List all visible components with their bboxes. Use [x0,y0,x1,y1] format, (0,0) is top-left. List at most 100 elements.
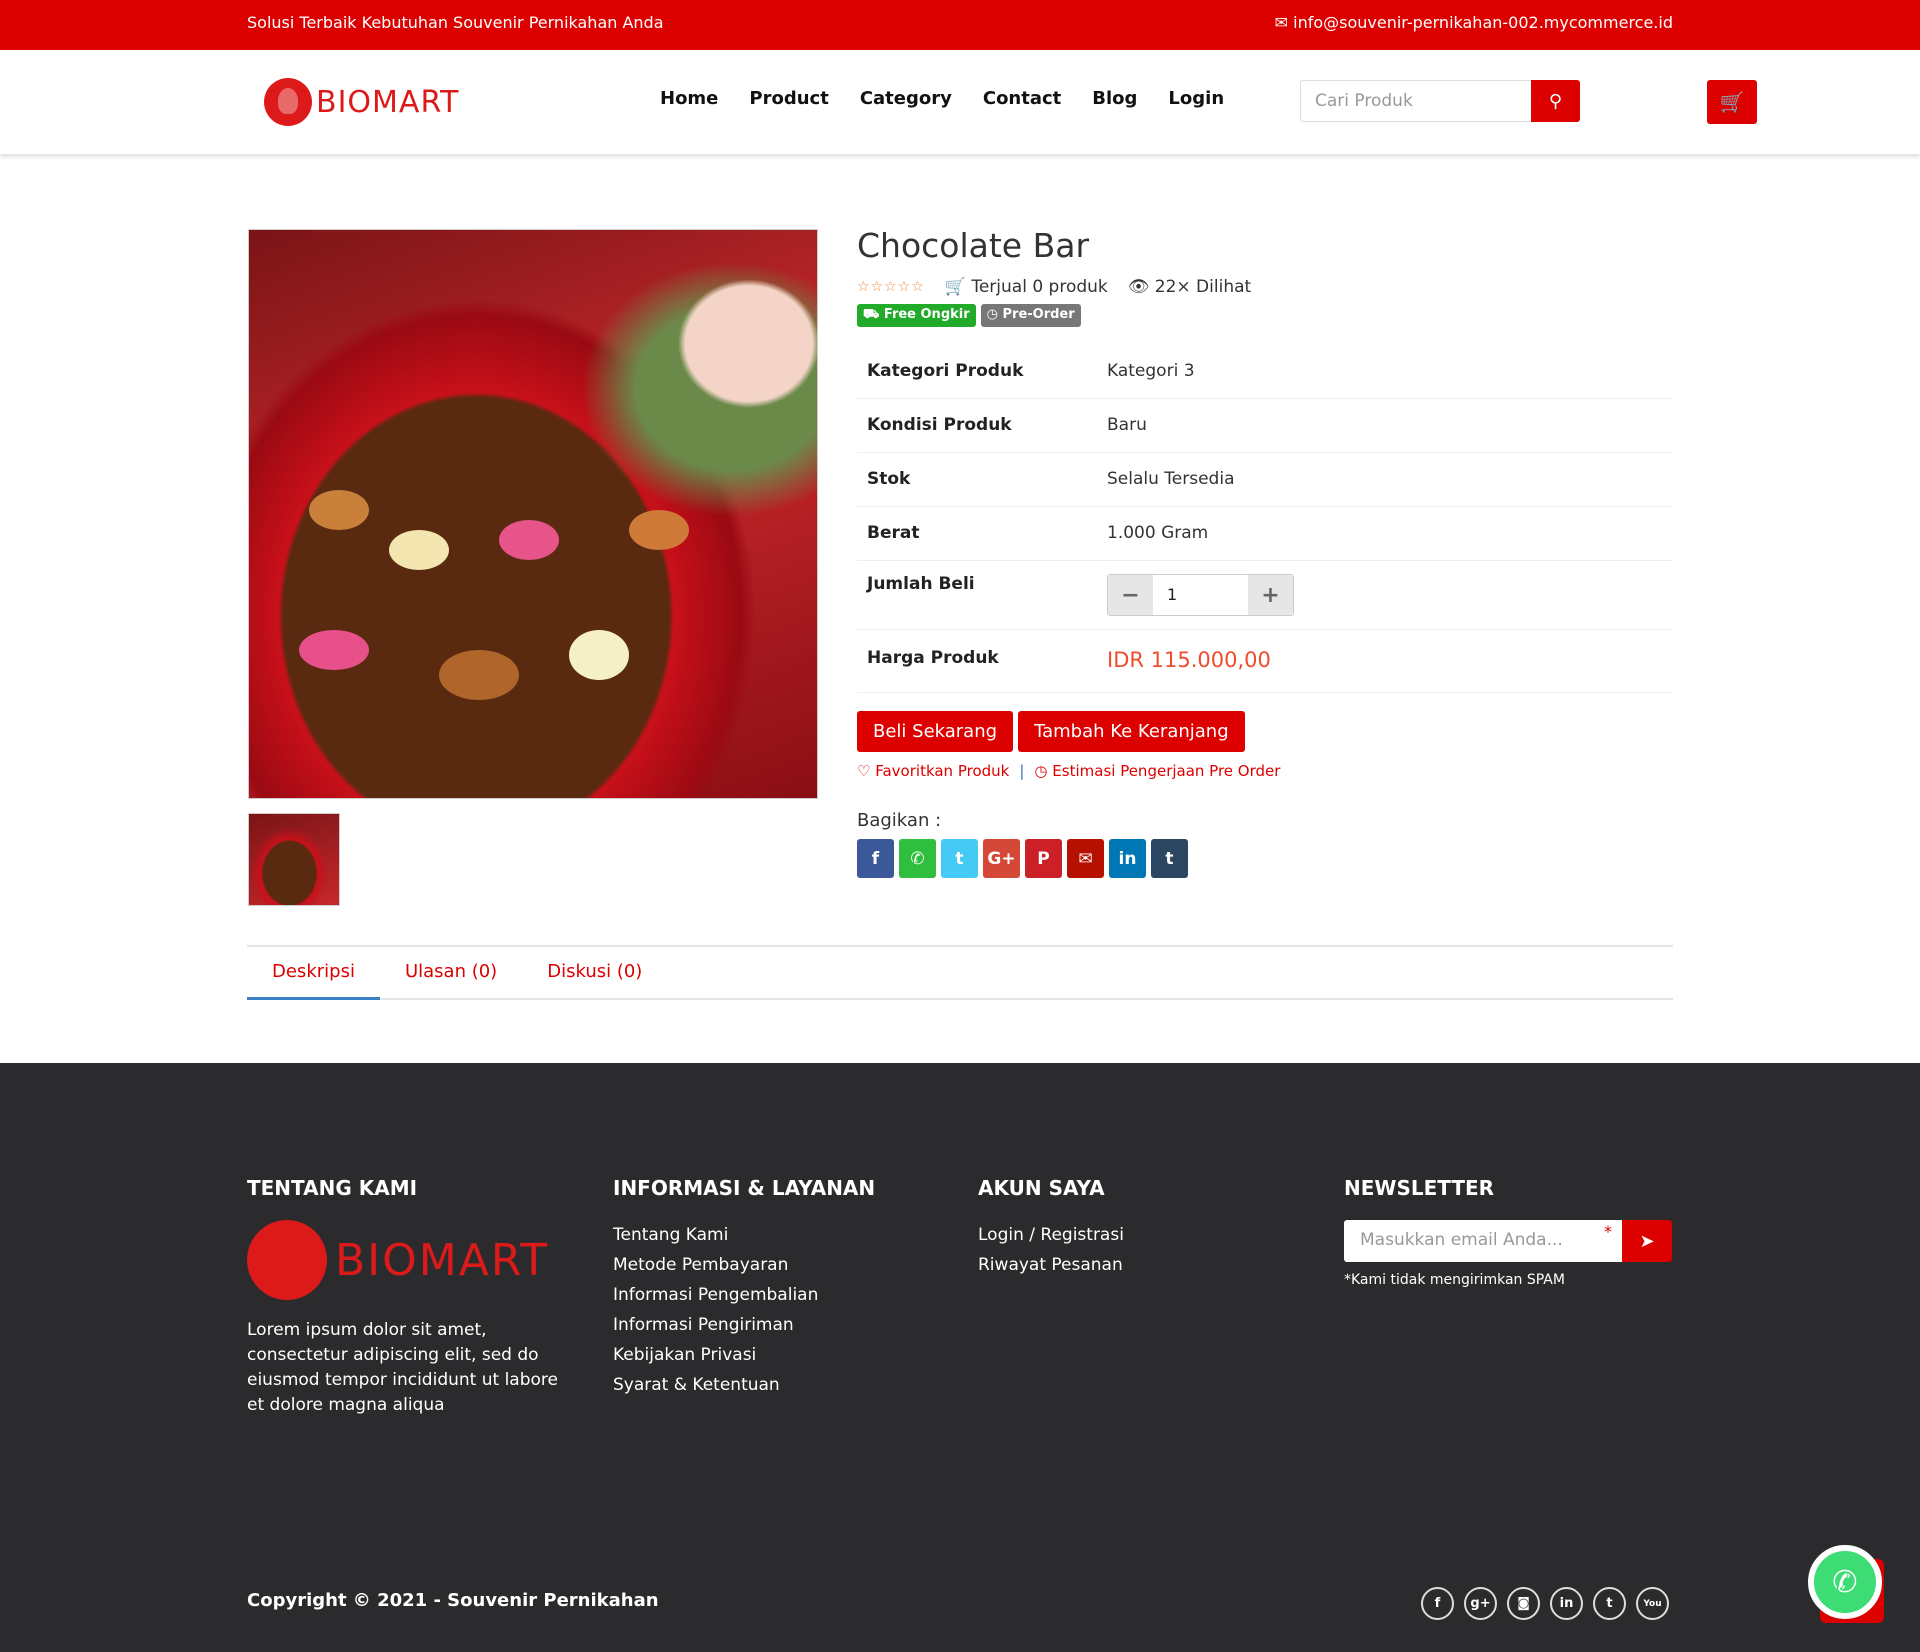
pinterest-share-icon[interactable]: P [1025,839,1062,878]
product-tabs: Deskripsi Ulasan (0) Diskusi (0) [247,945,1673,1000]
footer-account: AKUN SAYA Login / Registrasi Riwayat Pes… [978,1176,1124,1280]
view-count: 👁 22× Dilihat [1127,277,1252,297]
spec-row: Stok Selalu Tersedia [857,453,1673,507]
nav-product[interactable]: Product [749,88,828,109]
spec-row: Berat 1.000 Gram [857,507,1673,561]
search-form: Cari Produk ⚲ [1300,80,1580,122]
youtube-icon[interactable]: You [1636,1587,1669,1620]
footer-heading: TENTANG KAMI [247,1176,418,1200]
linkedin-share-icon[interactable]: in [1109,839,1146,878]
heart-icon: ♡ [857,762,871,780]
sold-count: 🛒 Terjual 0 produk [944,277,1108,297]
clock-icon: ◷ [1034,762,1048,780]
logo[interactable]: BIOMART [264,78,459,126]
quantity-stepper: − 1 + [1107,574,1294,616]
copyright: Copyright © 2021 - Souvenir Pernikahan [247,1590,659,1611]
chocolate-piece [629,510,689,550]
footer-link[interactable]: Kebijakan Privasi [613,1340,875,1370]
tumblr-share-icon[interactable]: t [1151,839,1188,878]
paper-plane-icon: ➤ [1639,1230,1655,1252]
footer-newsletter: NEWSLETTER Masukkan email Anda... * ➤ *Ka… [1344,1176,1672,1288]
price-row: Harga Produk IDR 115.000,00 [857,630,1673,693]
product-info: Chocolate Bar ☆☆☆☆☆ 🛒 Terjual 0 produk 👁… [857,226,1673,878]
envelope-icon: ✉ [1274,13,1294,32]
footer-link[interactable]: Informasi Pengembalian [613,1280,875,1310]
required-marker: * [1604,1222,1612,1241]
footer-link[interactable]: Metode Pembayaran [613,1250,875,1280]
search-icon: ⚲ [1548,90,1563,112]
product-thumbnail[interactable] [248,813,340,906]
facebook-icon[interactable]: f [1421,1587,1454,1620]
nav-blog[interactable]: Blog [1092,88,1137,109]
footer-heading: AKUN SAYA [978,1176,1105,1200]
whatsapp-icon: ✆ [1808,1545,1882,1619]
nav-contact[interactable]: Contact [983,88,1061,109]
cart-button[interactable]: 🛒 [1707,80,1757,124]
email-share-icon[interactable]: ✉ [1067,839,1104,878]
top-bar: Solusi Terbaik Kebutuhan Souvenir Pernik… [0,0,1920,50]
chocolate-piece [499,520,559,560]
footer-link[interactable]: Syarat & Ketentuan [613,1370,875,1400]
footer-logo: BIOMART [247,1220,577,1300]
header: BIOMART Home Product Category Contact Bl… [0,50,1920,154]
linkedin-icon[interactable]: in [1550,1587,1583,1620]
increase-button[interactable]: + [1248,575,1293,615]
share-label: Bagikan : [857,810,942,831]
nav-home[interactable]: Home [660,88,718,109]
newsletter-submit-button[interactable]: ➤ [1622,1220,1672,1262]
instagram-icon[interactable]: ◙ [1507,1587,1540,1620]
product-title: Chocolate Bar [857,226,1090,265]
favorite-link[interactable]: ♡ Favoritkan Produk [857,762,1009,780]
logo-mark-icon [264,78,312,126]
spam-note: *Kami tidak mengirimkan SPAM [1344,1272,1565,1288]
footer-link[interactable]: Login / Registrasi [978,1220,1124,1250]
free-shipping-badge: ⛟ Free Ongkir [857,304,976,327]
footer-link[interactable]: Informasi Pengiriman [613,1310,875,1340]
twitter-share-icon[interactable]: t [941,839,978,878]
twitter-icon[interactable]: t [1593,1587,1626,1620]
nav-category[interactable]: Category [860,88,952,109]
footer-social: f g+ ◙ in t You [1421,1587,1669,1620]
decrease-button[interactable]: − [1108,575,1153,615]
about-text: Lorem ipsum dolor sit amet, consectetur … [247,1320,558,1415]
whatsapp-chat-button[interactable]: ✆ [1808,1545,1884,1623]
buy-now-button[interactable]: Beli Sekarang [857,711,1014,752]
chocolate-piece [569,630,629,680]
product-price: IDR 115.000,00 [1107,648,1271,672]
tab-reviews[interactable]: Ulasan (0) [380,947,522,1000]
footer-heading: NEWSLETTER [1344,1176,1495,1200]
spec-table: Kategori Produk Kategori 3 Kondisi Produk… [857,345,1673,693]
chocolate-piece [389,530,449,570]
tab-discussion[interactable]: Diskusi (0) [522,947,667,1000]
nav-login[interactable]: Login [1168,88,1224,109]
tagline: Solusi Terbaik Kebutuhan Souvenir Pernik… [247,13,664,32]
qty-row: Jumlah Beli − 1 + [857,561,1673,630]
whatsapp-share-icon[interactable]: ✆ [899,839,936,878]
footer-heading: INFORMASI & LAYANAN [613,1176,876,1200]
facebook-share-icon[interactable]: f [857,839,894,878]
chocolate-piece [309,490,369,530]
footer-link[interactable]: Riwayat Pesanan [978,1250,1124,1280]
tab-description[interactable]: Deskripsi [247,947,380,1000]
search-button[interactable]: ⚲ [1531,80,1580,122]
preorder-badge: ◷ Pre-Order [980,304,1081,327]
newsletter-email-input[interactable]: Masukkan email Anda... * [1344,1220,1622,1262]
footer-link[interactable]: Tentang Kami [613,1220,875,1250]
footer-info: INFORMASI & LAYANAN Tentang Kami Metode … [613,1176,875,1400]
search-input[interactable]: Cari Produk [1300,80,1531,122]
preorder-estimate-link[interactable]: ◷ Estimasi Pengerjaan Pre Order [1034,762,1280,780]
google-plus-icon[interactable]: g+ [1464,1587,1497,1620]
contact-email[interactable]: ✉ info@souvenir-pernikahan-002.mycommerc… [1275,13,1673,32]
product-image[interactable] [248,229,818,799]
google-plus-share-icon[interactable]: G+ [983,839,1020,878]
rating-stars-icon: ☆☆☆☆☆ [857,279,925,295]
cart-icon: 🛒 [1719,90,1745,114]
add-to-cart-button[interactable]: Tambah Ke Keranjang [1018,711,1245,752]
share-buttons: f ✆ t G+ P ✉ in t [857,839,1673,878]
chocolate-piece [439,650,519,700]
quantity-input[interactable]: 1 [1153,575,1248,615]
eye-icon: 👁 [1127,277,1150,297]
spec-row: Kategori Produk Kategori 3 [857,345,1673,399]
main-nav: Home Product Category Contact Blog Login [660,88,1224,109]
cart-icon: 🛒 [944,277,966,297]
